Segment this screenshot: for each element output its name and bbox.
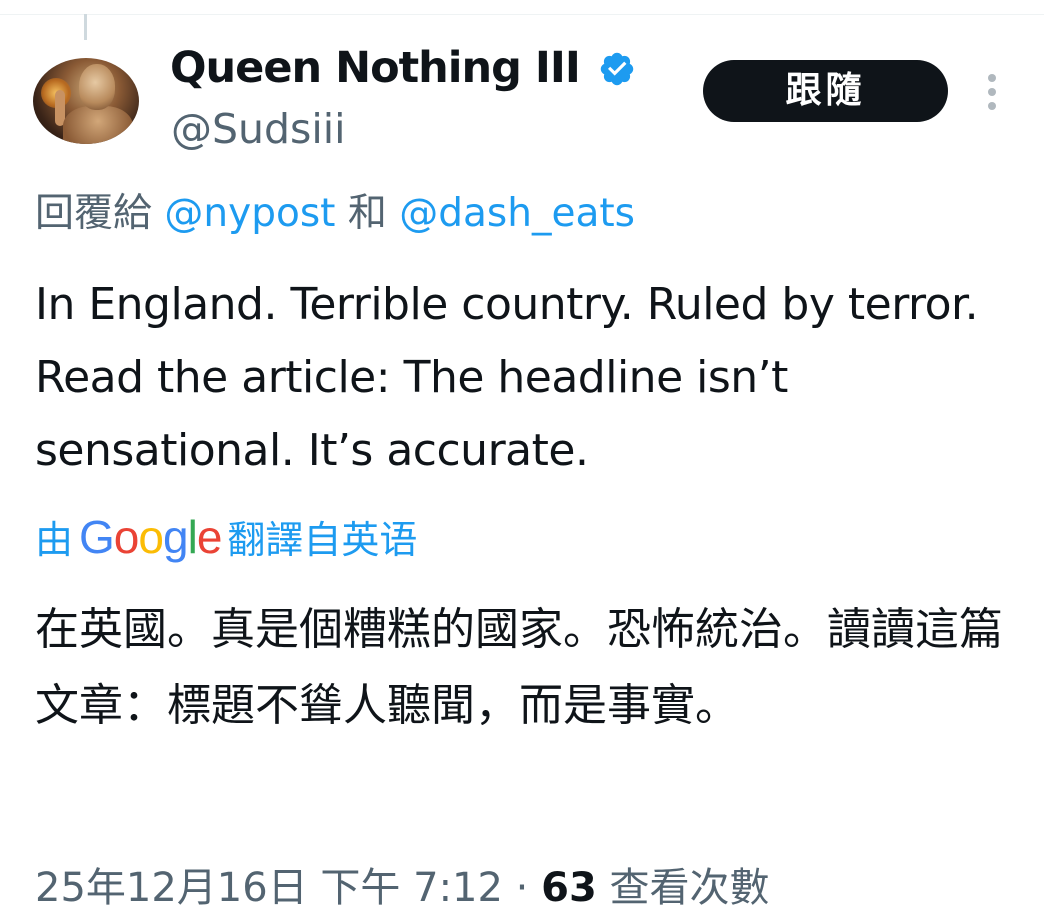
translation-suffix: 翻譯自英语 <box>227 518 418 562</box>
tweet-text: In England. Terrible country. Ruled by t… <box>35 279 979 476</box>
reply-conjunction: 和 <box>347 191 387 236</box>
thread-connector-line <box>84 14 87 40</box>
translation-prefix: 由 <box>35 518 74 562</box>
more-vertical-icon[interactable] <box>981 72 1003 112</box>
avatar-body <box>63 106 133 144</box>
follow-button[interactable]: 跟隨 <box>703 60 948 122</box>
views-label: 查看次數 <box>609 865 770 911</box>
avatar[interactable] <box>33 58 139 144</box>
google-logo-icon: Google <box>79 511 222 563</box>
author-display-name[interactable]: Queen Nothing III <box>170 38 581 98</box>
tweet-meta: 25年12月16日 下午 7:12 · 63 查看次數 <box>35 856 770 920</box>
meta-separator: · <box>515 865 529 911</box>
translated-tweet-text: 在英國。真是個糟糕的國家。恐怖統治。讀讀這篇文章：標題不聳人聽聞，而是事實。 <box>35 604 1003 731</box>
tweet-timestamp[interactable]: 25年12月16日 下午 7:12 <box>35 865 503 911</box>
reply-context: 回覆給 @nypost 和 @dash_eats <box>35 186 635 242</box>
reply-prefix: 回覆給 <box>35 191 153 236</box>
mention-link-nypost[interactable]: @nypost <box>164 191 335 236</box>
mention-link-dash-eats[interactable]: @dash_eats <box>399 191 635 236</box>
avatar-face <box>79 64 115 110</box>
views-count: 63 <box>541 865 597 911</box>
top-divider <box>0 0 1044 15</box>
translation-attribution[interactable]: 由 Google 翻譯自英语 <box>35 508 417 569</box>
author-handle[interactable]: @Sudsiii <box>171 102 346 156</box>
verified-badge-icon[interactable] <box>598 50 636 88</box>
